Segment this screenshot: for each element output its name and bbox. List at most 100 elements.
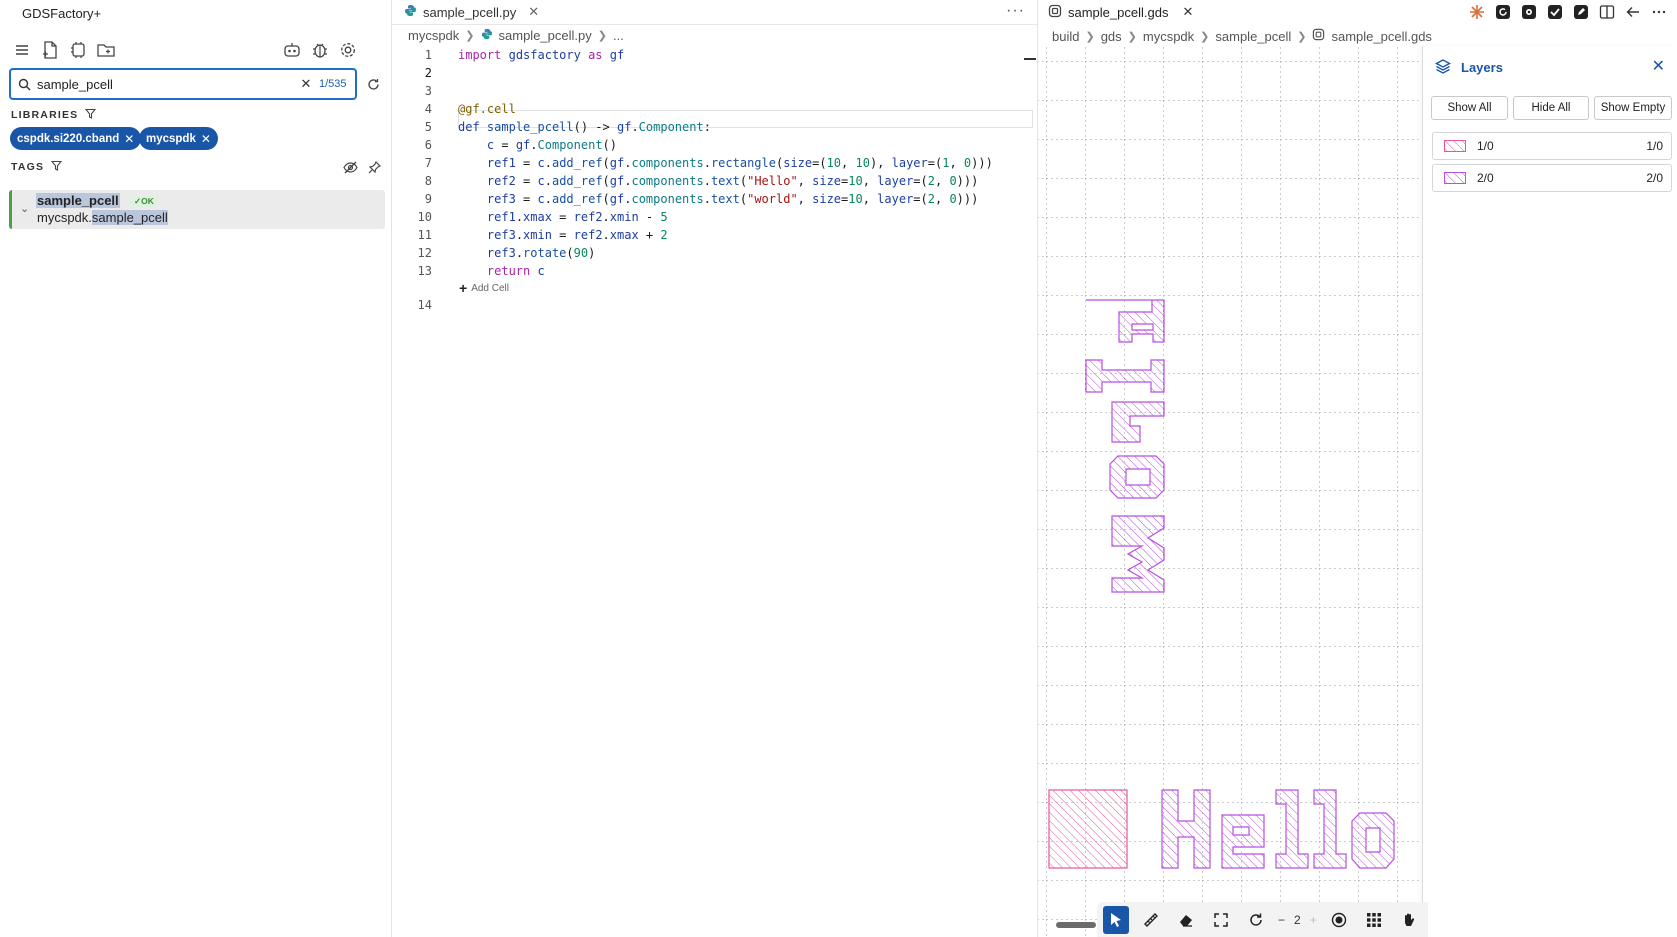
breadcrumb-item[interactable]: sample_pcell <box>1215 29 1291 44</box>
library-chip-cspdk[interactable]: cspdk.si220.cband ✕ <box>10 127 142 150</box>
code-line-12[interactable]: 12 ref3.rotate(90) <box>392 244 1038 262</box>
libraries-header: LIBRARIES <box>11 108 97 122</box>
chevron-down-icon[interactable]: ⌄ <box>20 202 29 215</box>
close-tab-icon[interactable]: ✕ <box>1182 4 1193 20</box>
search-result-count: 1/535 <box>319 78 347 90</box>
result-path: mycspdk.sample_pcell <box>37 210 168 225</box>
libraries-filter-icon[interactable] <box>85 108 97 122</box>
layer-id: 1/0 <box>1646 139 1663 153</box>
code-line-4[interactable]: 4 @gf.cell <box>392 100 1038 118</box>
ruler-tool-icon[interactable] <box>1138 906 1164 934</box>
code-line-10[interactable]: 10 ref1.xmax = ref2.xmin - 5 <box>392 208 1038 226</box>
layer-row[interactable]: 2/0 2/0 <box>1432 164 1672 192</box>
new-file-icon[interactable] <box>40 40 60 60</box>
status-badge: ✓OK <box>130 196 158 207</box>
line-number: 8 <box>424 174 432 188</box>
code-line-7[interactable]: 7 ref1 = c.add_ref(gf.components.rectang… <box>392 154 1038 172</box>
scrollbar-handle[interactable] <box>1056 922 1096 928</box>
code-line-1[interactable]: 1 import gdsfactory as gf <box>392 46 1038 64</box>
breadcrumb-item[interactable]: ... <box>613 28 624 43</box>
pan-tool-icon[interactable] <box>1396 906 1422 934</box>
chevron-right-icon: ❯ <box>1127 30 1137 43</box>
menu-icon[interactable] <box>12 40 32 60</box>
code-line-6[interactable]: 6 c = gf.Component() <box>392 136 1038 154</box>
search-input[interactable] <box>37 76 297 92</box>
spark-icon[interactable] <box>1467 2 1487 22</box>
list-item[interactable]: ⌄ sample_pcell ✓OK mycspdk.sample_pcell <box>9 190 385 229</box>
result-name: sample_pcell <box>36 193 120 208</box>
preview-icon[interactable] <box>1519 2 1539 22</box>
rocket-icon[interactable] <box>1571 2 1591 22</box>
code-line-14[interactable]: 14 <box>392 296 1038 314</box>
restart-icon[interactable] <box>1493 2 1513 22</box>
split-editor-icon[interactable] <box>1597 2 1617 22</box>
close-icon[interactable]: ✕ <box>1652 56 1665 76</box>
line-number: 14 <box>417 298 432 312</box>
add-cell-button[interactable]: + Add Cell <box>459 280 509 296</box>
code-line-13[interactable]: 13 return c <box>392 262 1038 280</box>
new-component-icon[interactable] <box>68 40 88 60</box>
close-tab-icon[interactable]: ✕ <box>528 4 539 20</box>
fit-view-icon[interactable] <box>1208 906 1234 934</box>
line-number: 1 <box>424 48 432 62</box>
tab-sample-pcell-py[interactable]: sample_pcell.py ✕ <box>392 0 552 25</box>
pin-icon[interactable] <box>366 159 382 175</box>
gear-icon[interactable] <box>338 40 358 60</box>
library-chip-mycspdk[interactable]: mycspdk ✕ <box>139 127 218 150</box>
show-empty-button[interactable]: Show Empty <box>1594 96 1672 120</box>
more-actions-icon[interactable] <box>1649 2 1669 22</box>
select-tool-icon[interactable] <box>1103 905 1129 934</box>
redo-icon[interactable] <box>1243 906 1269 934</box>
breadcrumb-item[interactable]: sample_pcell.gds <box>1331 29 1431 44</box>
back-arrow-icon[interactable] <box>1623 2 1643 22</box>
breadcrumb: mycspdk ❯ sample_pcell.py ❯ ... <box>408 28 624 43</box>
code-line-3[interactable]: 3 <box>392 82 1038 100</box>
code-line-8[interactable]: 8 ref2 = c.add_ref(gf.components.text("H… <box>392 172 1038 190</box>
zoom-out-button[interactable]: − <box>1278 913 1285 927</box>
chevron-right-icon: ❯ <box>1297 30 1307 43</box>
tab-sample-pcell-gds[interactable]: sample_pcell.gds ✕ <box>1038 0 1203 24</box>
python-file-icon <box>404 4 417 20</box>
zoom-in-button[interactable]: + <box>1310 913 1317 927</box>
breadcrumb-item[interactable]: mycspdk <box>1143 29 1194 44</box>
check-icon[interactable] <box>1545 2 1565 22</box>
hide-tags-icon[interactable] <box>342 159 358 175</box>
plus-icon: + <box>459 280 468 296</box>
python-file-icon <box>481 28 493 43</box>
line-number: 6 <box>424 138 432 152</box>
show-all-button[interactable]: Show All <box>1431 96 1508 120</box>
line-number: 9 <box>424 192 432 206</box>
robot-icon[interactable] <box>282 40 302 60</box>
breadcrumb-item[interactable]: sample_pcell.py <box>499 28 592 43</box>
breadcrumb-item[interactable]: build <box>1052 29 1079 44</box>
bug-icon[interactable] <box>310 40 330 60</box>
tags-filter-icon[interactable] <box>51 160 63 174</box>
code-line-9[interactable]: 9 ref3 = c.add_ref(gf.components.text("w… <box>392 190 1038 208</box>
code-line-5[interactable]: 5 def sample_pcell() -> gf.Component: <box>392 118 1038 136</box>
breadcrumb-item[interactable]: mycspdk <box>408 28 459 43</box>
clear-search-icon[interactable]: ✕ <box>297 76 315 92</box>
layer-row[interactable]: 1/0 1/0 <box>1432 132 1672 160</box>
eraser-tool-icon[interactable] <box>1173 906 1199 934</box>
hide-all-button[interactable]: Hide All <box>1513 96 1589 120</box>
chevron-right-icon: ❯ <box>1085 30 1095 43</box>
refresh-icon[interactable] <box>364 75 382 93</box>
chevron-right-icon: ❯ <box>597 30 607 42</box>
layer-name: 1/0 <box>1477 139 1494 153</box>
more-actions-button[interactable]: ··· <box>1006 2 1025 20</box>
layers-icon <box>1435 58 1451 77</box>
breadcrumb-item[interactable]: gds <box>1101 29 1122 44</box>
grid-toggle-icon[interactable] <box>1361 906 1387 934</box>
gds-file-icon <box>1048 4 1062 21</box>
layers-panel: Layers ✕ Show All Hide All Show Empty 1/… <box>1422 46 1677 937</box>
remove-chip-icon[interactable]: ✕ <box>201 132 211 146</box>
library-chip-label: mycspdk <box>146 132 196 145</box>
rectangle-shape[interactable] <box>1048 789 1128 869</box>
code-line-2[interactable]: 2 <box>392 64 1038 82</box>
result-path-prefix: mycspdk. <box>37 210 92 225</box>
remove-chip-icon[interactable]: ✕ <box>124 132 134 146</box>
viewer-toolbar <box>1467 2 1669 22</box>
new-folder-icon[interactable] <box>96 40 116 60</box>
code-line-11[interactable]: 11 ref3.xmin = ref2.xmax + 2 <box>392 226 1038 244</box>
record-icon[interactable] <box>1326 906 1352 934</box>
